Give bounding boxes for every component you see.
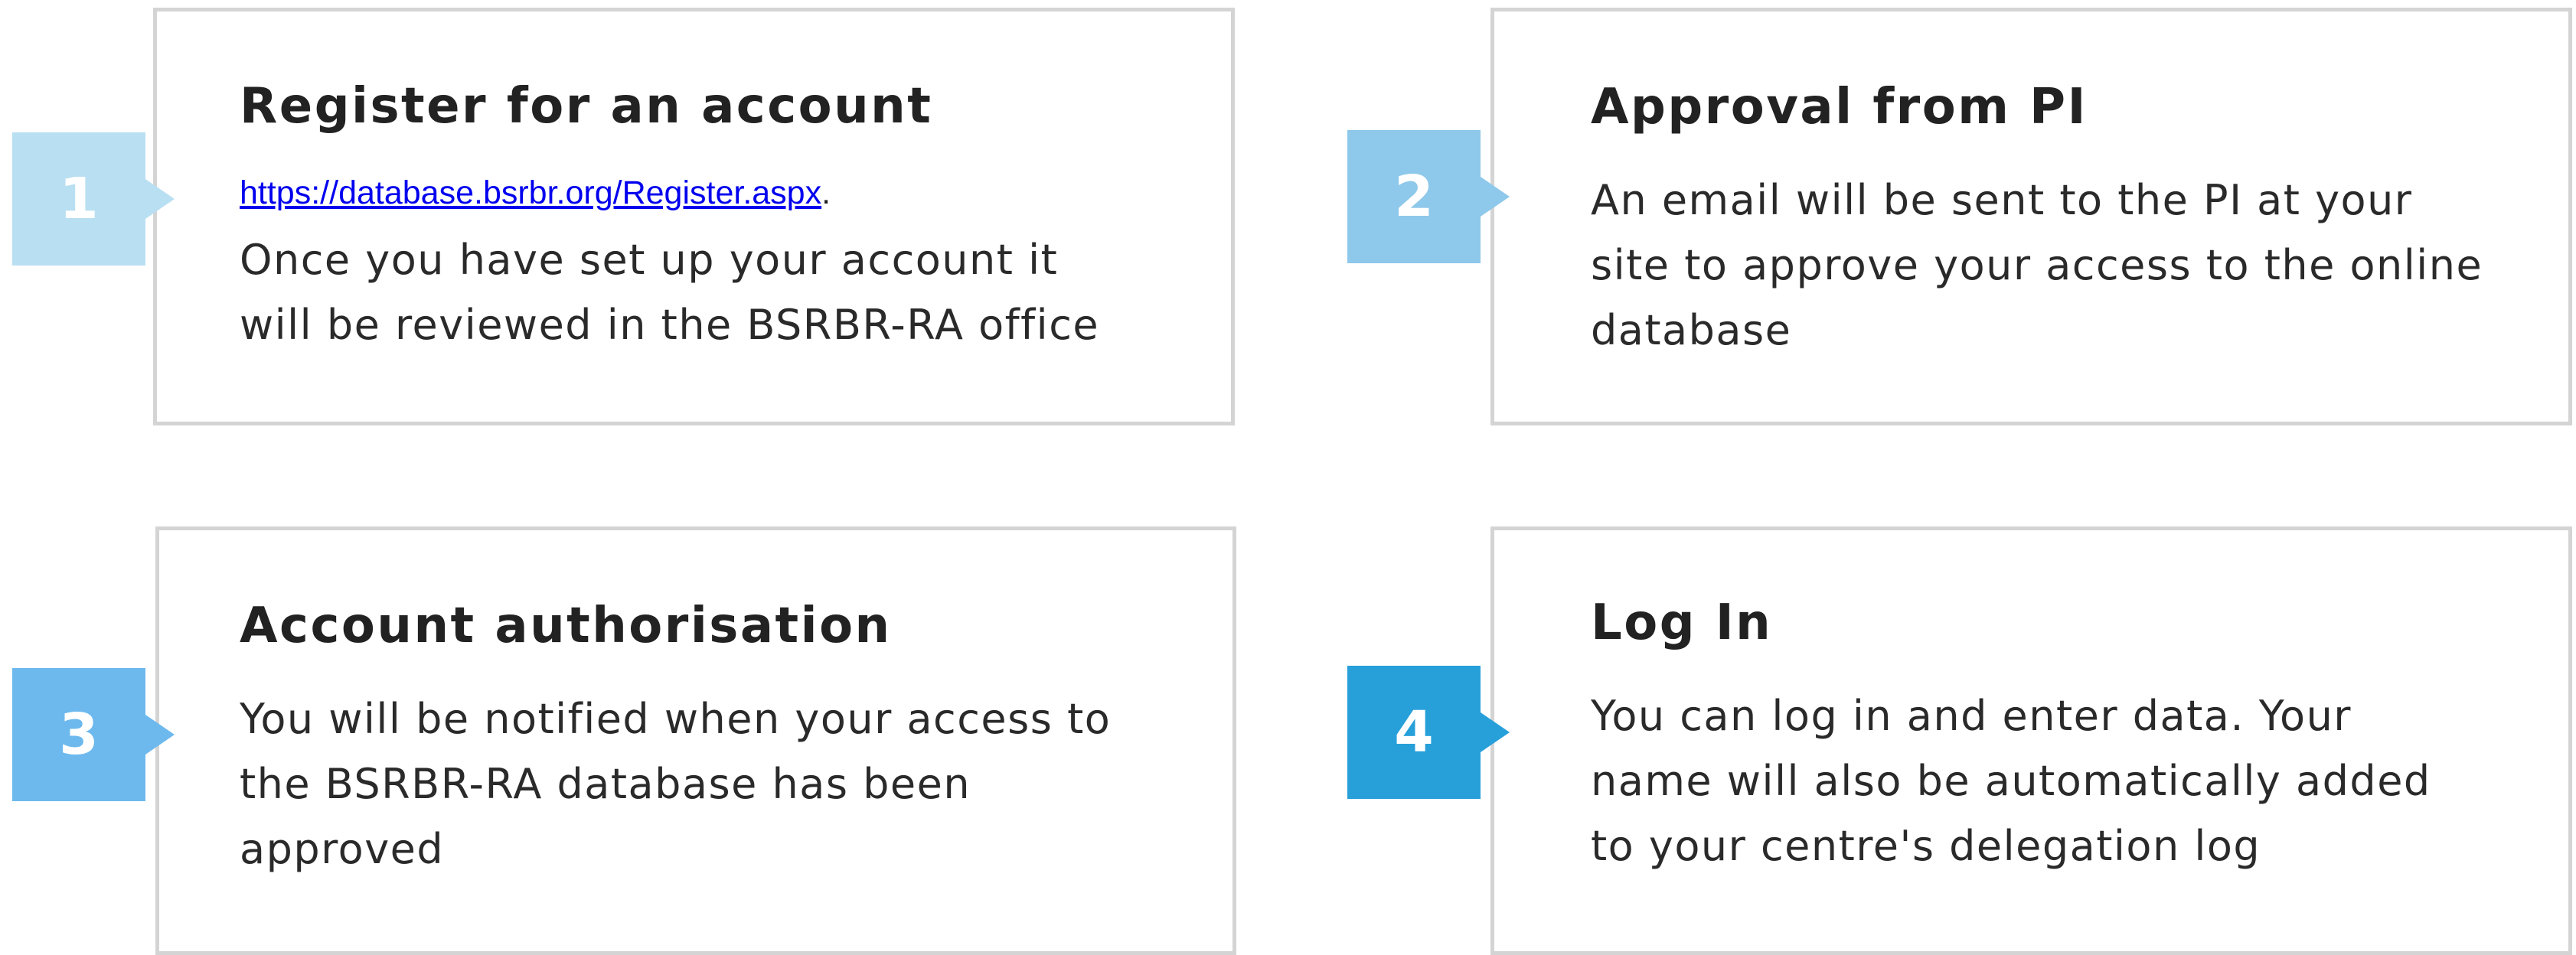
step-1-number: 1 xyxy=(59,166,99,232)
step-3-number: 3 xyxy=(59,702,99,768)
step-4-line-1: You can log in and enter data. Your xyxy=(1591,692,2352,740)
step-3-line-3: approved xyxy=(240,825,445,873)
step-2-line-3: database xyxy=(1591,306,1792,354)
step-3-title: Account authorisation xyxy=(240,598,892,654)
step-3-description: You will be notified when your access to… xyxy=(240,686,1111,882)
step-4-description: You can log in and enter data. Your name… xyxy=(1591,683,2431,878)
step-1-line-2: will be reviewed in the BSRBR-RA office xyxy=(240,301,1100,349)
step-1-card xyxy=(153,8,1235,425)
register-link-line: https://database.bsrbr.org/Register.aspx… xyxy=(240,174,831,212)
step-2-badge: 2 xyxy=(1347,130,1510,263)
step-2-description: An email will be sent to the PI at your … xyxy=(1591,168,2483,363)
arrow-right-icon xyxy=(1481,712,1510,752)
arrow-right-icon xyxy=(145,715,175,755)
step-1-badge: 1 xyxy=(12,132,175,266)
step-3-line-2: the BSRBR-RA database has been xyxy=(240,760,971,808)
step-3-badge: 3 xyxy=(12,668,175,801)
step-1-line-1: Once you have set up your account it xyxy=(240,236,1059,284)
step-4-title: Log In xyxy=(1591,595,1773,651)
step-4-line-2: name will also be automatically added xyxy=(1591,757,2431,805)
step-4-number: 4 xyxy=(1394,699,1434,765)
registration-steps-diagram: { "steps": [ { "number": "1", "title": "… xyxy=(0,0,2576,955)
step-3-line-1: You will be notified when your access to xyxy=(240,695,1112,743)
step-1-title: Register for an account xyxy=(240,78,933,135)
step-4-line-3: to your centre's delegation log xyxy=(1591,822,2261,870)
register-link[interactable]: https://database.bsrbr.org/Register.aspx xyxy=(240,174,821,211)
link-period: . xyxy=(821,174,831,211)
step-2-line-2: site to approve your access to the onlin… xyxy=(1591,241,2483,289)
arrow-right-icon xyxy=(145,179,175,219)
step-2-number: 2 xyxy=(1394,164,1434,230)
step-4-badge: 4 xyxy=(1347,666,1510,799)
step-2-title: Approval from PI xyxy=(1591,79,2088,135)
arrow-right-icon xyxy=(1481,177,1510,217)
step-2-line-1: An email will be sent to the PI at your xyxy=(1591,176,2413,224)
step-1-description: Once you have set up your account it wil… xyxy=(240,227,1099,357)
